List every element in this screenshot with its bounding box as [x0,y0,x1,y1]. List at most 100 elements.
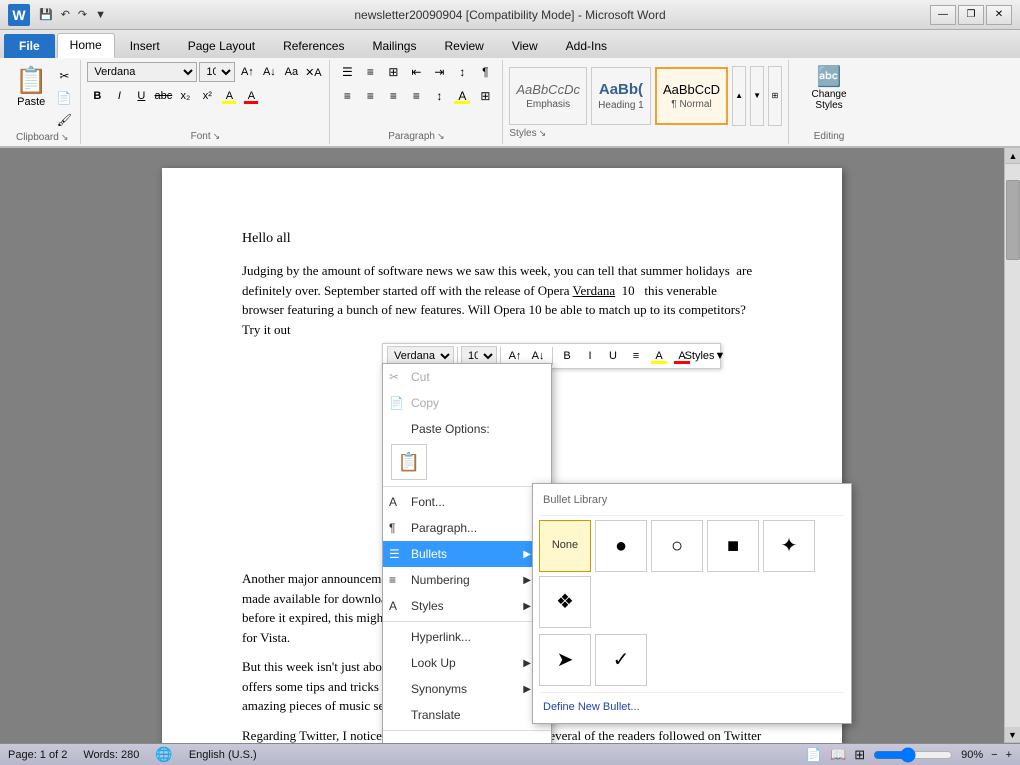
save-button[interactable]: 💾 [36,6,56,23]
paste-button[interactable]: 📋 Paste [10,62,52,111]
mt-fontcolor-button[interactable]: A [671,346,693,366]
view-layout-icon[interactable]: ⊞ [854,747,865,763]
restore-button[interactable]: ❐ [958,5,984,25]
superscript-button[interactable]: x² [197,86,217,106]
cm-change-list-level[interactable]: ≡ Change List Level ▶ [383,733,551,743]
bullet-star[interactable]: ✦ [763,520,815,572]
tab-review[interactable]: Review [431,34,496,58]
bullets-button[interactable]: ☰ [336,62,358,82]
line-spacing-button[interactable]: ↕ [428,86,450,106]
cm-bullets[interactable]: ☰ Bullets ▶ [383,541,551,567]
tab-add-ins[interactable]: Add-Ins [553,34,620,58]
view-normal-icon[interactable]: 📄 [806,747,822,763]
bullet-empty-circle[interactable]: ○ [651,520,703,572]
font-color-button[interactable]: A [241,86,261,106]
cm-paste-keep-source[interactable]: 📋 [391,444,427,480]
format-painter-button[interactable]: 🖌 [54,110,74,130]
font-grow-button[interactable]: A↑ [237,62,257,82]
sort-button[interactable]: ↕ [451,62,473,82]
bold-button[interactable]: B [87,86,107,106]
scroll-thumb[interactable] [1006,180,1020,260]
cut-button[interactable]: ✂ [54,66,74,86]
zoom-slider[interactable] [873,750,953,760]
change-case-button[interactable]: Aa [281,62,301,82]
align-right-button[interactable]: ≡ [382,86,404,106]
tab-mailings[interactable]: Mailings [359,34,429,58]
undo-button[interactable]: ↶ [58,6,73,23]
multilevel-list-button[interactable]: ⊞ [382,62,404,82]
cm-synonyms[interactable]: Synonyms ▶ [383,676,551,702]
bullet-none[interactable]: None [539,520,591,572]
mt-underline-button[interactable]: U [602,346,624,366]
style-emphasis[interactable]: AaBbCcDc Emphasis [509,67,587,125]
cm-styles[interactable]: A Styles ▶ [383,593,551,619]
document-page[interactable]: Hello all Judging by the amount of softw… [162,168,842,743]
styles-scroll-up[interactable]: ▲ [732,66,746,126]
mt-italic-button[interactable]: I [579,346,601,366]
close-button[interactable]: ✕ [986,5,1012,25]
paragraph-expand[interactable]: ↘ [437,131,445,142]
text-highlight-button[interactable]: A [219,86,239,106]
styles-expand[interactable]: ↘ [539,128,547,139]
cm-paragraph[interactable]: ¶ Paragraph... [383,515,551,541]
font-size-select[interactable]: 10 [199,62,235,82]
subscript-button[interactable]: x₂ [175,86,195,106]
cm-translate[interactable]: Translate [383,702,551,728]
font-shrink-button[interactable]: A↓ [259,62,279,82]
underline-button[interactable]: U [131,86,151,106]
bullet-diamond[interactable]: ❖ [539,576,591,628]
mt-highlight-button[interactable]: A [648,346,670,366]
shading-button[interactable]: A [451,86,473,106]
italic-button[interactable]: I [109,86,129,106]
clipboard-expand[interactable]: ↘ [61,132,69,143]
cm-lookup[interactable]: Look Up ▶ [383,650,551,676]
cm-hyperlink[interactable]: Hyperlink... [383,624,551,650]
view-reading-icon[interactable]: 📖 [830,747,846,763]
cm-copy[interactable]: 📄 Copy [383,390,551,416]
font-expand[interactable]: ↘ [213,131,221,142]
strikethrough-button[interactable]: abc [153,86,173,106]
bullet-filled-circle[interactable]: ● [595,520,647,572]
change-styles-button[interactable]: 🔤 ChangeStyles [799,62,859,113]
font-name-select[interactable]: Verdana [87,62,197,82]
clear-formatting-button[interactable]: ✕A [303,62,323,82]
numbering-button[interactable]: ≡ [359,62,381,82]
align-left-button[interactable]: ≡ [336,86,358,106]
zoom-out-icon[interactable]: − [991,749,997,761]
justify-button[interactable]: ≡ [405,86,427,106]
show-formatting-button[interactable]: ¶ [474,62,496,82]
cm-font[interactable]: A Font... [383,489,551,515]
scrollbar-vertical[interactable]: ▲ ▼ [1004,148,1020,743]
tab-references[interactable]: References [270,34,357,58]
tab-home[interactable]: Home [57,33,115,58]
cm-cut[interactable]: ✂ Cut [383,364,551,390]
minimize-button[interactable]: — [930,5,956,25]
mt-styles-button[interactable]: Styles▼ [694,346,716,366]
bullet-filled-square[interactable]: ■ [707,520,759,572]
zoom-in-icon[interactable]: + [1006,749,1012,761]
style-heading1[interactable]: AaBb( Heading 1 [591,67,651,125]
style-normal[interactable]: AaBbCcD ¶ Normal [655,67,728,125]
tab-insert[interactable]: Insert [117,34,173,58]
mt-bold-button[interactable]: B [556,346,578,366]
bullet-arrow[interactable]: ➤ [539,634,591,686]
mt-center-button[interactable]: ≡ [625,346,647,366]
quick-access-dropdown[interactable]: ▼ [92,7,109,23]
increase-indent-button[interactable]: ⇥ [428,62,450,82]
cm-numbering[interactable]: ≡ Numbering ▶ [383,567,551,593]
styles-more[interactable]: ⊞ [768,66,782,126]
tab-page-layout[interactable]: Page Layout [175,34,268,58]
scroll-up-arrow[interactable]: ▲ [1005,148,1020,164]
borders-button[interactable]: ⊞ [474,86,496,106]
align-center-button[interactable]: ≡ [359,86,381,106]
decrease-indent-button[interactable]: ⇤ [405,62,427,82]
scroll-down-arrow[interactable]: ▼ [1005,727,1020,743]
tab-file[interactable]: File [4,34,55,58]
define-new-bullet-link[interactable]: Define New Bullet... [539,697,845,718]
styles-scroll-down[interactable]: ▼ [750,66,764,126]
redo-button[interactable]: ↷ [75,6,90,23]
copy-button[interactable]: 📄 [54,88,74,108]
bullet-checkmark[interactable]: ✓ [595,634,647,686]
tab-view[interactable]: View [499,34,551,58]
document-scroll[interactable]: Hello all Judging by the amount of softw… [0,148,1004,743]
